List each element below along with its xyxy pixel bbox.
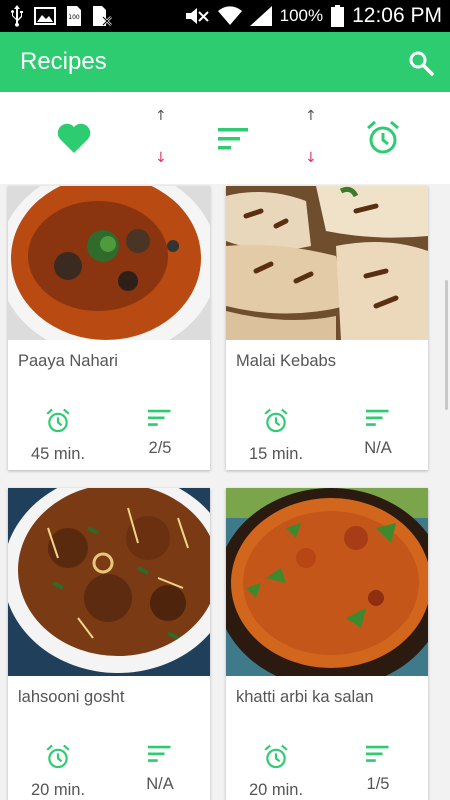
sim-card-icon: 100 xyxy=(67,6,81,26)
scrollbar[interactable] xyxy=(445,280,448,410)
status-bar: 100 100% 12:06 PM xyxy=(0,0,450,32)
difficulty-icon xyxy=(366,745,389,762)
recipe-time: 20 min. xyxy=(30,781,86,799)
wifi-icon xyxy=(217,6,242,26)
recipe-difficulty: 2/5 xyxy=(148,439,172,457)
recipe-name: lahsooni gosht xyxy=(18,688,125,706)
recipe-time: 15 min. xyxy=(248,445,304,463)
time-alarm-icon xyxy=(46,408,70,433)
battery-icon xyxy=(331,5,345,27)
sort-down-arrow[interactable]: ↓ xyxy=(155,150,167,166)
recipe-card[interactable]: Paaya Nahari 45 min. 2/5 xyxy=(8,186,210,470)
recipe-difficulty: N/A xyxy=(146,775,174,793)
time-stat: 45 min. xyxy=(8,408,108,464)
time-alarm-icon[interactable] xyxy=(366,120,400,156)
clock: 12:06 PM xyxy=(352,4,442,27)
time-alarm-icon xyxy=(46,744,70,769)
recipe-time: 20 min. xyxy=(248,781,304,799)
recipe-card[interactable]: khatti arbi ka salan 20 min. 1/5 xyxy=(226,488,428,800)
recipe-card[interactable]: lahsooni gosht 20 min. N/A xyxy=(8,488,210,800)
recipe-photo-malai-kebabs xyxy=(226,186,428,340)
difficulty-stat: N/A xyxy=(328,408,428,458)
filter-bar: ↑ ↓ ↑ ↓ xyxy=(0,92,450,184)
sort-up-arrow[interactable]: ↑ xyxy=(305,108,317,124)
time-stat: 20 min. xyxy=(226,744,326,800)
recipe-name: Malai Kebabs xyxy=(236,352,336,370)
usb-icon xyxy=(11,5,23,27)
battery-percent: 100% xyxy=(279,6,324,25)
recipe-name: khatti arbi ka salan xyxy=(236,688,374,706)
recipe-name: Paaya Nahari xyxy=(18,352,118,370)
recipe-photo-khatti-arbi-ka-salan xyxy=(226,488,428,676)
image-icon xyxy=(34,7,56,25)
mute-icon xyxy=(185,8,209,24)
sort-down-arrow[interactable]: ↓ xyxy=(305,150,317,166)
time-stat: 20 min. xyxy=(8,744,108,800)
time-stat: 15 min. xyxy=(226,408,326,464)
difficulty-icon xyxy=(366,409,389,426)
app-title: Recipes xyxy=(20,48,107,75)
difficulty-stat: 2/5 xyxy=(110,408,210,458)
sort-up-arrow[interactable]: ↑ xyxy=(155,108,167,124)
difficulty-stat: 1/5 xyxy=(328,744,428,794)
recipe-card[interactable]: Malai Kebabs 15 min. N/A xyxy=(226,186,428,470)
difficulty-filter-icon[interactable] xyxy=(218,126,250,152)
difficulty-icon xyxy=(148,409,171,426)
recipe-time: 45 min. xyxy=(30,445,86,463)
app-bar: Recipes xyxy=(0,32,450,92)
search-icon[interactable] xyxy=(408,50,434,76)
recipe-difficulty: N/A xyxy=(364,439,392,457)
difficulty-stat: N/A xyxy=(110,744,210,794)
sim-label: 100 xyxy=(68,14,80,21)
favorite-heart-icon[interactable] xyxy=(57,122,91,154)
time-alarm-icon xyxy=(264,744,288,769)
recipe-photo-lahsooni-gosht xyxy=(8,488,210,676)
recipe-difficulty: 1/5 xyxy=(366,775,390,793)
time-alarm-icon xyxy=(264,408,288,433)
difficulty-icon xyxy=(148,745,171,762)
no-sim-icon xyxy=(93,6,112,26)
signal-icon xyxy=(249,6,272,26)
recipe-photo-paaya-nahari xyxy=(8,186,210,340)
